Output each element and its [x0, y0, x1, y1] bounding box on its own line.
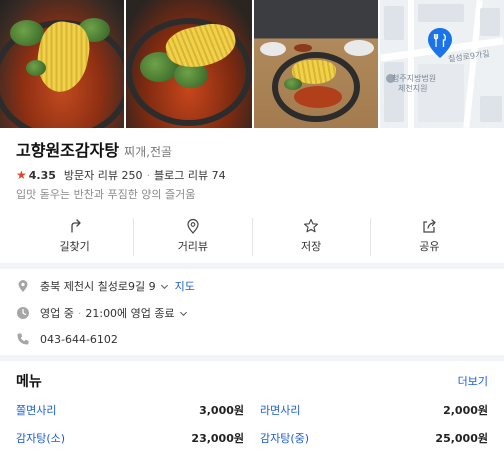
address-row: 충북 제천시 칠성로9길 9 지도: [16, 278, 195, 294]
separator-dot: ·: [77, 306, 82, 320]
phone-number[interactable]: 043-644-6102: [40, 333, 118, 346]
photo-gallery[interactable]: 칠성로9가길 청주지방법원 제천지원: [0, 0, 504, 128]
location-pin-icon: [187, 218, 199, 234]
rating-star-icon: ★: [16, 168, 27, 182]
food-photo-3[interactable]: [254, 0, 378, 128]
rating-score: 4.35: [28, 168, 56, 182]
menu-more-link[interactable]: 더보기: [458, 373, 488, 389]
action-bar: 길찾기 거리뷰 저장 공유: [16, 218, 488, 256]
menu-section-title: 메뉴: [16, 374, 42, 390]
menu-item-price: 25,000원: [435, 432, 488, 445]
hours-detail: 21:00에 영업 종료: [85, 307, 175, 320]
street-view-button[interactable]: 거리뷰: [134, 218, 253, 256]
menu-item-price: 2,000원: [443, 404, 488, 417]
clock-icon: [17, 307, 29, 319]
location-pin-icon: [18, 280, 28, 292]
hours-status: 영업 중: [40, 307, 74, 320]
menu-item-name: 라면사리: [260, 404, 301, 417]
menu-list: 쫄면사리 3,000원 라면사리 2,000원 감자탕(소) 23,000원 감…: [16, 402, 488, 446]
save-button[interactable]: 저장: [253, 218, 371, 256]
phone-icon: [17, 333, 29, 345]
menu-item-name: 감자탕(중): [260, 432, 310, 445]
hours-row[interactable]: 영업 중 · 21:00에 영업 종료: [16, 305, 188, 321]
menu-item[interactable]: 감자탕(소) 23,000원: [16, 430, 244, 446]
menu-item[interactable]: 라면사리 2,000원: [260, 402, 488, 418]
place-header: 고향원조감자탕 찌개,전골: [16, 137, 172, 161]
menu-item-price: 23,000원: [191, 432, 244, 445]
directions-icon: [70, 219, 81, 233]
place-category: 찌개,전골: [124, 145, 173, 159]
restaurant-pin-icon[interactable]: [428, 28, 452, 58]
map-link[interactable]: 지도: [175, 278, 195, 294]
food-photo-1[interactable]: [0, 0, 124, 128]
rating-row: ★ 4.35 방문자 리뷰 250 · 블로그 리뷰 74: [16, 167, 226, 183]
menu-item-name: 감자탕(소): [16, 432, 66, 445]
phone-row[interactable]: 043-644-6102: [16, 332, 118, 346]
directions-label: 길찾기: [59, 240, 90, 253]
food-photo-2[interactable]: [126, 0, 252, 128]
blog-reviews-link[interactable]: 블로그 리뷰 74: [154, 167, 226, 183]
chevron-down-icon[interactable]: [160, 282, 169, 291]
separator-dot: ·: [146, 168, 151, 182]
share-label: 공유: [419, 240, 440, 253]
section-divider: [0, 263, 504, 269]
visitor-reviews-label: 방문자 리뷰: [63, 169, 119, 182]
menu-item-name: 쫄면사리: [16, 404, 57, 417]
menu-item[interactable]: 감자탕(중) 25,000원: [260, 430, 488, 446]
map-court-label-1: 청주지방법원: [392, 74, 437, 83]
section-divider: [0, 355, 504, 361]
blog-reviews-label: 블로그 리뷰: [154, 169, 209, 182]
blog-reviews-count: 74: [211, 169, 226, 182]
menu-item[interactable]: 쫄면사리 3,000원: [16, 402, 244, 418]
share-button[interactable]: 공유: [371, 218, 488, 256]
place-name: 고향원조감자탕: [16, 141, 120, 160]
location-map[interactable]: 칠성로9가길 청주지방법원 제천지원: [380, 0, 504, 128]
map-road-label: 칠성로9가길: [447, 49, 491, 64]
directions-button[interactable]: 길찾기: [16, 218, 135, 256]
save-label: 저장: [301, 240, 322, 253]
street-view-label: 거리뷰: [177, 240, 209, 253]
visitor-reviews-count: 250: [121, 169, 143, 182]
address-text: 충북 제천시 칠성로9길 9: [40, 280, 156, 293]
map-court-label-2: 제천지원: [398, 84, 428, 93]
chevron-down-icon[interactable]: [179, 309, 188, 318]
place-description: 입맛 돋우는 반찬과 푸짐한 양의 즐거움: [16, 188, 196, 201]
star-icon: [304, 218, 319, 233]
share-icon: [423, 219, 436, 233]
menu-item-price: 3,000원: [199, 404, 244, 417]
visitor-reviews-link[interactable]: 방문자 리뷰 250: [64, 167, 143, 183]
